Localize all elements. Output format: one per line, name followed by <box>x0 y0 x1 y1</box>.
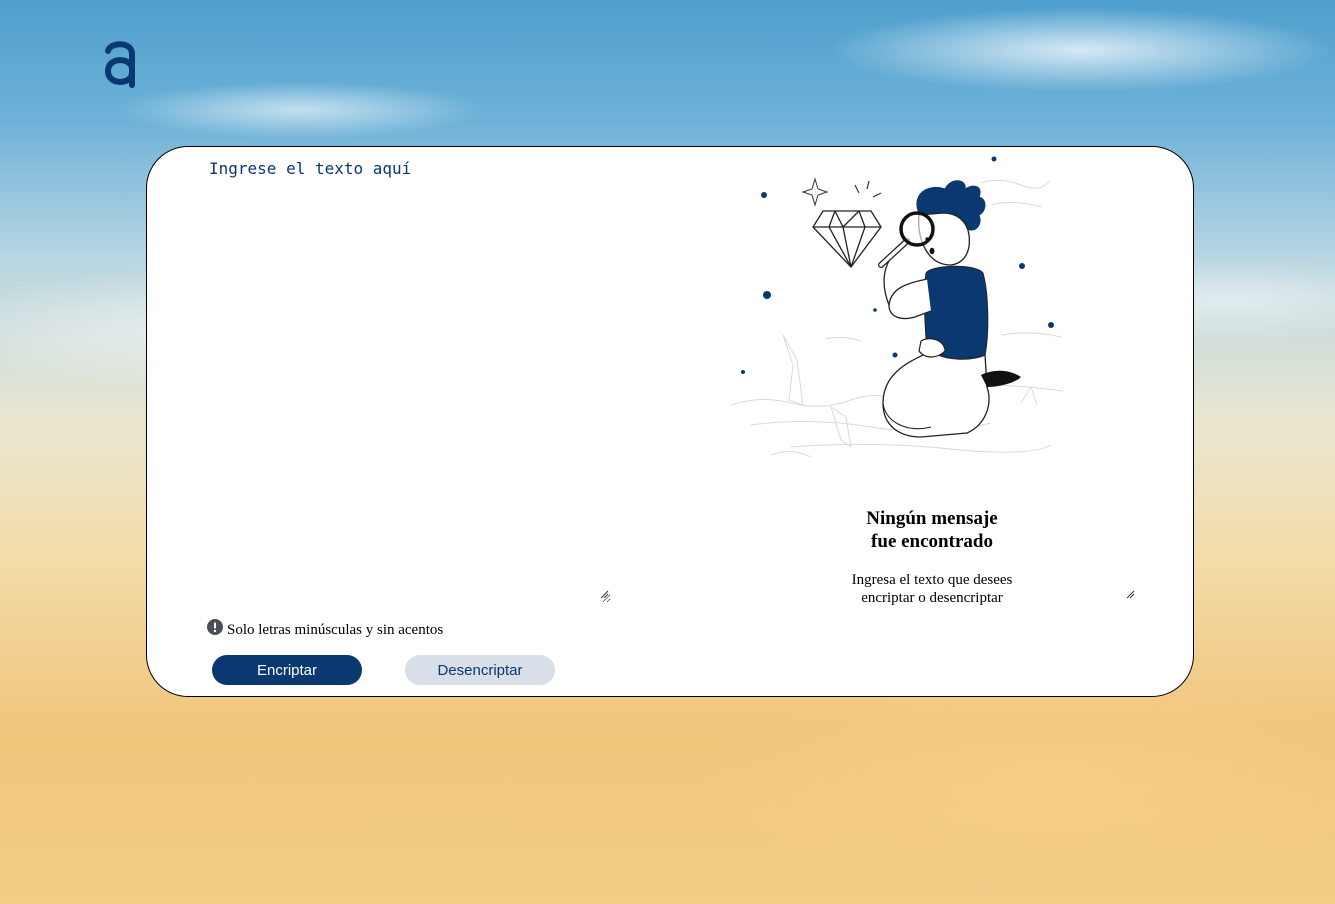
alura-logo-icon <box>104 41 135 88</box>
empty-message-text-line2: encriptar o desencriptar <box>861 590 1003 606</box>
empty-message-text: Ingresa el texto que desees encriptar o … <box>765 571 1099 607</box>
notice-text: Solo letras minúsculas y sin acentos <box>227 621 444 638</box>
output-panel: Ningún mensaje fue encontrado Ingresa el… <box>765 502 1135 606</box>
empty-message-text-line1: Ingresa el texto que desees <box>851 572 1013 588</box>
input-notice: Solo letras minúsculas y sin acentos <box>207 619 443 641</box>
resize-handle-icon[interactable] <box>1125 589 1135 599</box>
resize-handle-icon[interactable] <box>599 589 609 599</box>
empty-message-title-line2: fue encontrado <box>871 531 993 552</box>
exclamation-circle-icon <box>207 619 223 635</box>
empty-message-title: Ningún mensaje fue encontrado <box>765 507 1099 553</box>
empty-message-title-line1: Ningún mensaje <box>866 508 998 529</box>
person-magnifying-glass-illustration <box>731 156 1064 458</box>
encryptor-card: Ningún mensaje fue encontrado Ingresa el… <box>146 146 1194 697</box>
decrypt-button[interactable]: Desencriptar <box>405 655 555 685</box>
encrypt-button[interactable]: Encriptar <box>212 655 362 685</box>
message-input[interactable] <box>209 155 611 603</box>
